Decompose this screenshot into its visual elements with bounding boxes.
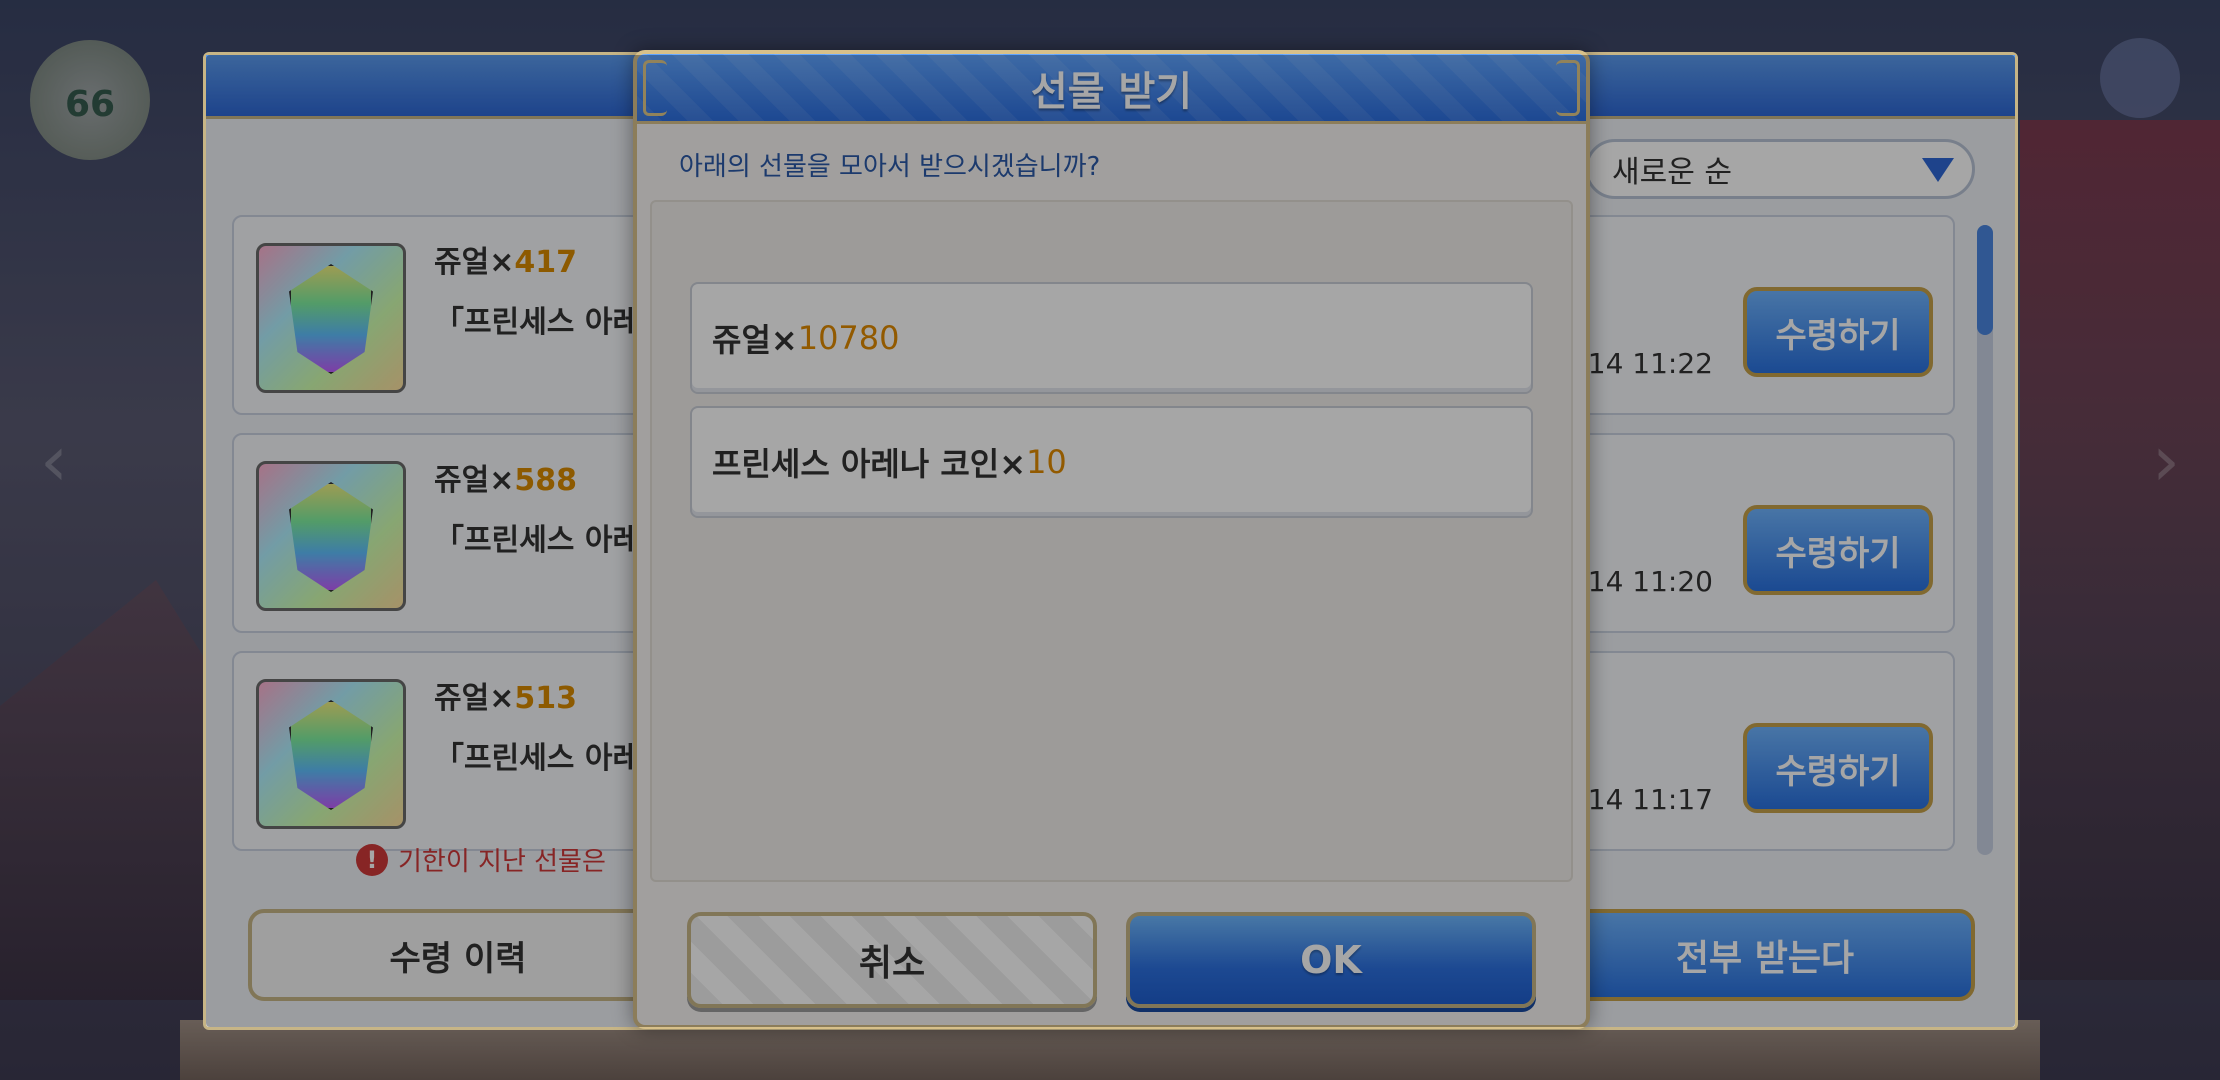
chevron-down-icon [1922,158,1954,182]
gift-title: 쥬얼×513 [434,681,577,716]
jewel-icon [289,264,373,374]
sort-dropdown[interactable]: 새로운 순 [1585,139,1975,199]
gift-summary-item: 쥬얼× 10780 [690,282,1533,394]
claim-button[interactable]: 수령하기 [1743,723,1933,813]
gift-description: 「프린세스 아레 [434,523,641,558]
sort-label: 새로운 순 [1612,155,1732,190]
gift-description: 「프린세스 아레 [434,305,641,340]
gift-summary-item: 프린세스 아레나 코인× 10 [690,406,1533,518]
gift-time: /14 11:22 [1578,347,1713,380]
claim-all-button[interactable]: 전부 받는다 [1555,909,1975,1001]
warning-icon: ! [356,843,388,876]
gift-time: /14 11:20 [1578,565,1713,598]
dialog-question: 아래의 선물을 모아서 받으시겠습니까? [679,152,1101,182]
dialog-title: 선물 받기 [1030,68,1193,115]
dialog-header: 선물 받기 [637,54,1586,124]
list-scrollbar[interactable] [1977,225,1993,855]
jewel-thumbnail [256,243,406,393]
gift-title: 쥬얼×417 [434,245,577,280]
claim-history-button[interactable]: 수령 이력 [248,909,668,1001]
gift-summary-panel: 쥬얼× 10780 프린세스 아레나 코인× 10 [650,200,1573,882]
jewel-thumbnail [256,679,406,829]
cancel-button[interactable]: 취소 [687,912,1097,1008]
expired-gift-notice: ! 기한이 지난 선물은 [356,841,606,878]
expired-note-text: 기한이 지난 선물은 [398,847,606,877]
gift-item-qty: 10 [1026,443,1067,481]
jewel-icon [289,700,373,810]
gift-item-name: 쥬얼× [712,321,798,359]
ok-button[interactable]: OK [1126,912,1536,1008]
gift-item-name: 프린세스 아레나 코인× [712,445,1027,483]
ornament-icon [643,60,667,116]
jewel-icon [289,482,373,592]
claim-button[interactable]: 수령하기 [1743,287,1933,377]
ornament-icon [1556,60,1580,116]
gift-time: /14 11:17 [1578,783,1713,816]
scrollbar-thumb[interactable] [1977,225,1993,335]
jewel-thumbnail [256,461,406,611]
gift-item-qty: 10780 [797,319,900,357]
gift-title: 쥬얼×588 [434,463,577,498]
receive-gifts-dialog: 선물 받기 아래의 선물을 모아서 받으시겠습니까? 쥬얼× 10780 프린세스… [633,50,1590,1029]
claim-button[interactable]: 수령하기 [1743,505,1933,595]
gift-description: 「프린세스 아레 [434,741,641,776]
